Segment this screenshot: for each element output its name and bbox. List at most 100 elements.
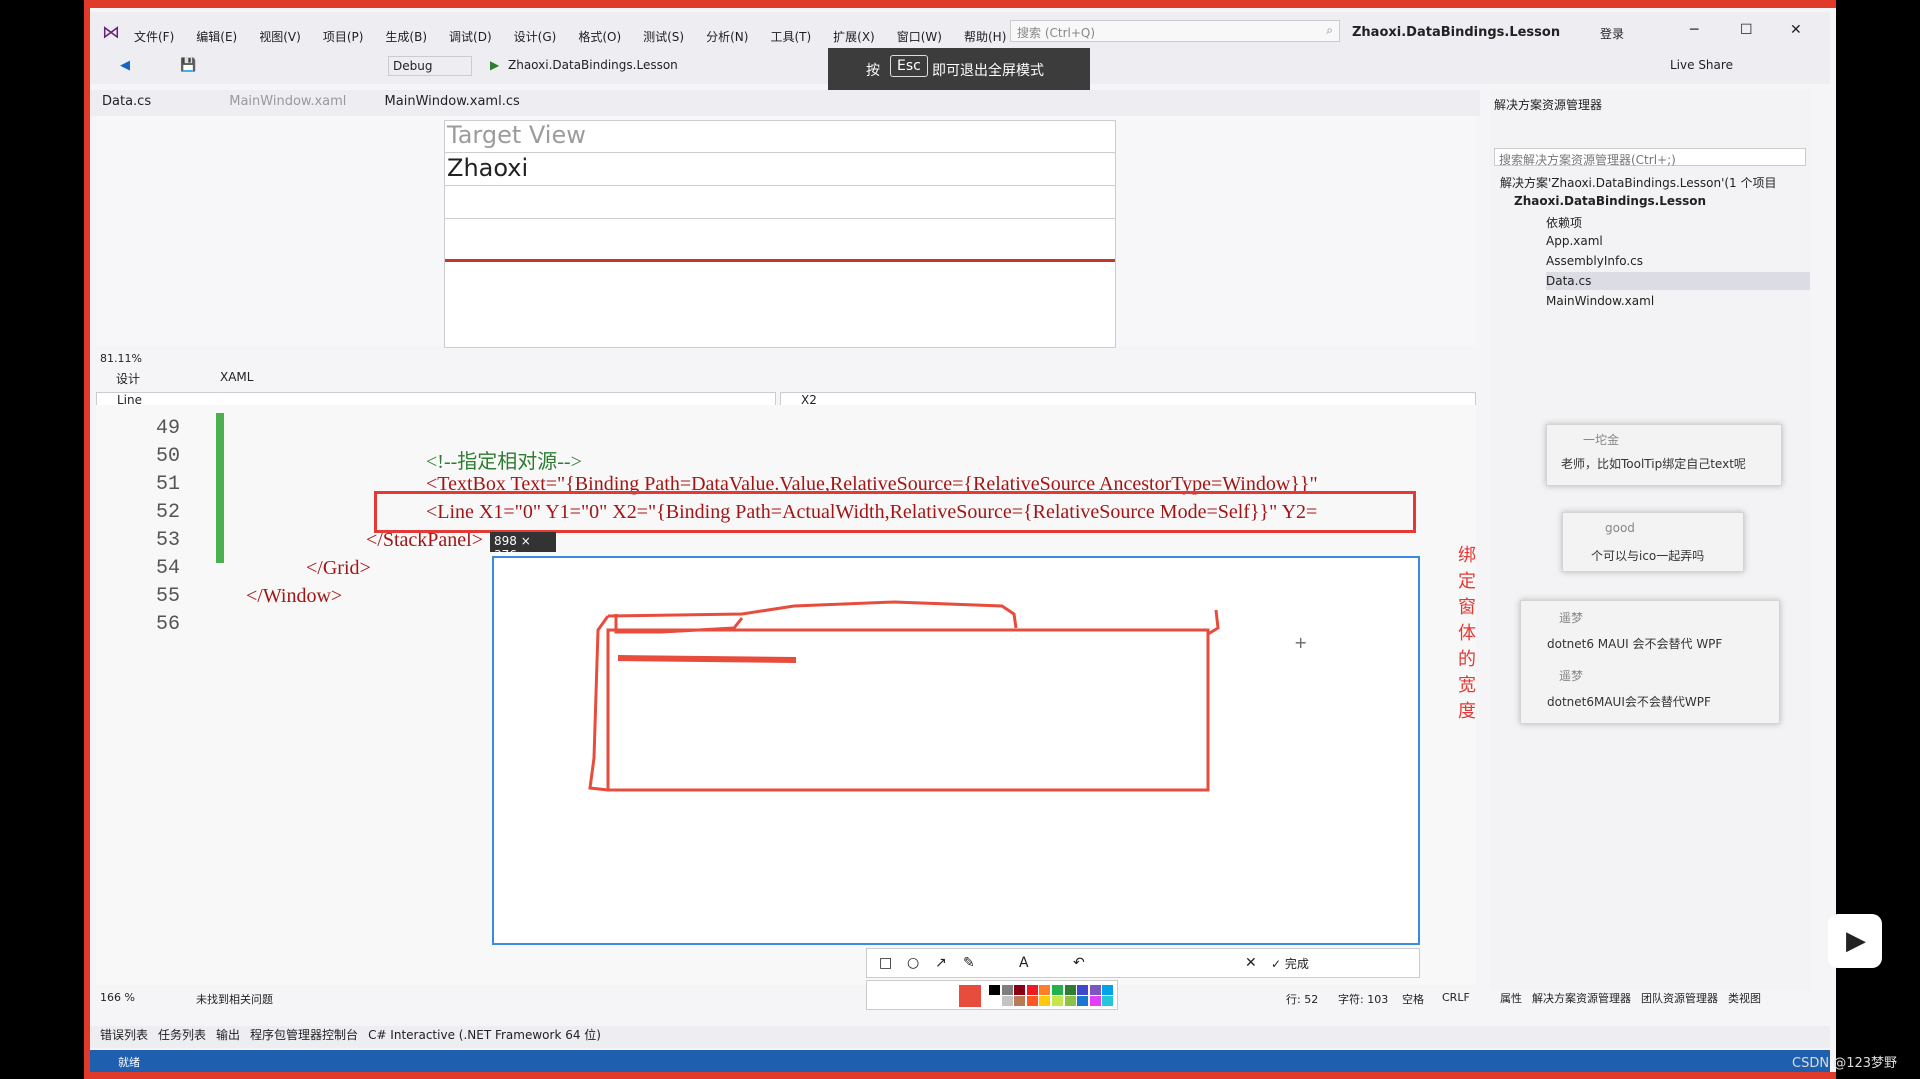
menu-item[interactable]: 项目(P) [323, 30, 364, 44]
status-bar: 就绪 [90, 1050, 1830, 1072]
done-button[interactable]: ✓ 完成 [1271, 955, 1309, 972]
menu-item[interactable]: 格式(O) [578, 30, 621, 44]
search-icon: ⌕ [1326, 23, 1333, 37]
menu-item[interactable]: 视图(V) [259, 30, 301, 44]
annotation-text: 绑定窗体的宽度 [1458, 545, 1476, 722]
config-select[interactable]: Debug [388, 56, 472, 76]
minimize-icon[interactable]: ─ [1690, 22, 1698, 38]
line-number: 55 [156, 585, 181, 608]
capture-border-left [84, 0, 90, 1079]
capture-toolbar: □ ○ ↗ ✎ A ↶ ✕ ✓ 完成 [866, 948, 1420, 978]
preview-row-1: Target View [445, 121, 1115, 153]
output-tab[interactable]: 错误列表 [100, 1028, 148, 1042]
solution-item[interactable]: Data.cs [1546, 272, 1810, 290]
text-tool-icon[interactable]: A [1019, 955, 1029, 971]
solution-title: 解决方案资源管理器 [1494, 98, 1603, 112]
chat-msg: 老师，比如ToolTip绑定自己text呢 [1561, 457, 1746, 471]
chat-user: 遥梦 [1559, 669, 1584, 683]
done-label: 完成 [1284, 957, 1309, 971]
undo-icon[interactable]: ↶ [1073, 955, 1085, 971]
solution-item[interactable]: AssemblyInfo.cs [1546, 252, 1810, 270]
sketch-left [588, 615, 610, 792]
chat-msg: dotnet6 MAUI 会不会替代 WPF [1547, 637, 1723, 651]
status-line: 行: 52 [1286, 993, 1319, 1006]
solution-search[interactable]: 搜索解决方案资源管理器(Ctrl+;) [1494, 148, 1806, 167]
solution-item[interactable]: MainWindow.xaml [1546, 292, 1810, 310]
hint-post: 即可退出全屏模式 [932, 63, 1044, 79]
menu-item[interactable]: 调试(D) [449, 30, 492, 44]
save-icon[interactable]: 💾 [180, 58, 196, 73]
esc-key: Esc [890, 55, 928, 77]
cancel-icon[interactable]: ✕ [1245, 955, 1257, 971]
right-tab[interactable]: 属性 [1500, 992, 1522, 1005]
menu-item[interactable]: 分析(N) [706, 30, 748, 44]
tab-mainwindow-xaml[interactable]: MainWindow.xaml [217, 90, 358, 113]
run-icon[interactable]: ▶ [490, 58, 499, 72]
menu-item[interactable]: 设计(G) [514, 30, 557, 44]
menu-item[interactable]: 扩展(X) [833, 30, 875, 44]
line-number: 50 [156, 445, 181, 468]
output-tabs: 错误列表 任务列表 输出 程序包管理器控制台 C# Interactive (.NET … [90, 1026, 1830, 1048]
status-text: 就绪 [118, 1056, 140, 1069]
design-surface: Target View Zhaoxi 81.11% [96, 116, 1476, 365]
hint-pre: 按 [866, 63, 880, 79]
tab-data-cs[interactable]: Data.cs [90, 90, 163, 113]
code-line: <!--指定相对源--> [426, 451, 582, 473]
capture-size-label: 898 × 376 [490, 532, 556, 562]
menu-item[interactable]: 帮助(H) [964, 30, 1006, 44]
config-label: Debug [393, 59, 433, 73]
right-tab[interactable]: 解决方案资源管理器 [1532, 992, 1631, 1005]
crosshair-icon: + [1294, 633, 1307, 652]
back-icon[interactable]: ◀ [120, 58, 130, 73]
close-icon[interactable]: ✕ [1790, 22, 1802, 38]
issues-status: 未找到相关问题 [196, 993, 273, 1006]
design-zoom[interactable]: 81.11% [100, 352, 142, 365]
solution-search-placeholder: 搜索解决方案资源管理器(Ctrl+;) [1499, 153, 1676, 167]
tab-design[interactable]: 设计 [116, 370, 140, 387]
live-share-button[interactable]: Live Share [1670, 58, 1733, 72]
solution-item[interactable]: 解决方案'Zhaoxi.DataBindings.Lesson'(1 个项目 [1500, 172, 1810, 193]
menu-item[interactable]: 窗口(W) [897, 30, 942, 44]
menu-item[interactable]: 工具(T) [770, 30, 811, 44]
design-xaml-switch: 设计 XAML [96, 368, 1476, 388]
sketch-top [607, 600, 1018, 629]
chat-msg: 个可以与ico一起弄吗 [1591, 549, 1705, 563]
pen-tool-icon[interactable]: ✎ [963, 955, 975, 971]
status-col: 字符: 103 [1338, 993, 1389, 1006]
right-tab[interactable]: 类视图 [1728, 992, 1761, 1005]
editor-status: 166 % 未找到相关问题 行: 52 字符: 103 空格 CRLF [96, 988, 1476, 1008]
menu-item[interactable]: 生成(B) [385, 30, 427, 44]
output-tab[interactable]: 输出 [216, 1028, 240, 1042]
capture-region[interactable]: + [492, 556, 1420, 945]
tab-mainwindow-xaml-cs[interactable]: MainWindow.xaml.cs [373, 90, 532, 113]
menu-item[interactable]: 编辑(E) [196, 30, 237, 44]
output-tab[interactable]: C# Interactive (.NET Framework 64 位) [368, 1028, 601, 1042]
right-tab[interactable]: 团队资源管理器 [1641, 992, 1718, 1005]
run-target[interactable]: Zhaoxi.DataBindings.Lesson [508, 58, 678, 72]
output-tab[interactable]: 程序包管理器控制台 [250, 1028, 358, 1042]
status-space: 空格 [1402, 993, 1424, 1006]
login-link[interactable]: 登录 [1600, 25, 1624, 42]
chat-user: 遥梦 [1559, 611, 1584, 625]
solution-item[interactable]: 依赖项 [1546, 212, 1810, 233]
preview-row-3 [445, 187, 1115, 219]
play-button[interactable]: ▶ [1828, 914, 1882, 968]
search-box[interactable]: 搜索 (Ctrl+Q) ⌕ [1010, 20, 1340, 42]
ellipse-tool-icon[interactable]: ○ [907, 955, 919, 971]
rect-tool-icon[interactable]: □ [879, 955, 892, 971]
solution-item[interactable]: Zhaoxi.DataBindings.Lesson [1514, 192, 1810, 210]
solution-item[interactable]: App.xaml [1546, 232, 1810, 250]
line-number: 51 [156, 473, 181, 496]
preview-row-2: Zhaoxi [445, 154, 1115, 186]
code-line: </Window> [246, 585, 343, 607]
arrow-tool-icon[interactable]: ↗ [935, 955, 947, 971]
output-tab[interactable]: 任务列表 [158, 1028, 206, 1042]
window-title: Zhaoxi.DataBindings.Lesson [1352, 25, 1561, 40]
menu-item[interactable]: 文件(F) [134, 30, 174, 44]
menu-item[interactable]: 测试(S) [643, 30, 684, 44]
code-zoom[interactable]: 166 % [100, 991, 135, 1004]
preview-line [445, 259, 1115, 262]
maximize-icon[interactable]: ☐ [1740, 22, 1753, 38]
tab-xaml[interactable]: XAML [220, 370, 253, 384]
line-number: 54 [156, 557, 181, 580]
